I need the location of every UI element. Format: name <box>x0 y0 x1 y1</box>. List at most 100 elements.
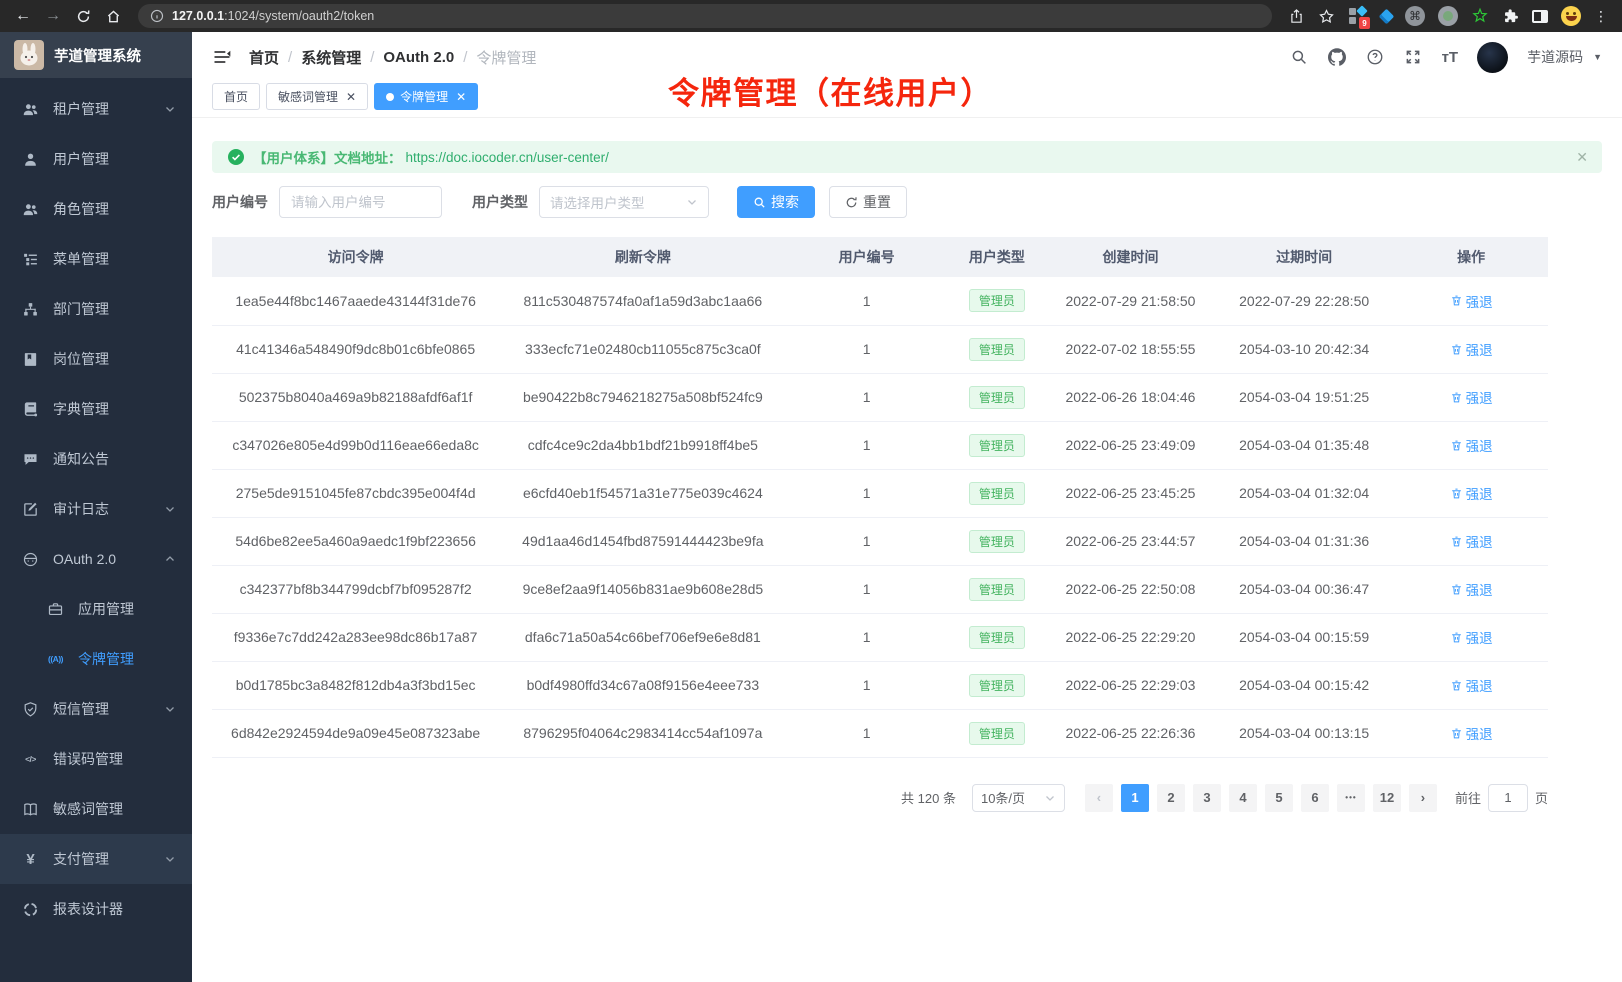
alert-text: 【用户体系】文档地址： <box>253 147 402 167</box>
force-logout-button[interactable]: 强退 <box>1450 339 1493 359</box>
site-info-icon[interactable] <box>150 9 164 23</box>
reset-button[interactable]: 重置 <box>829 186 907 218</box>
force-logout-button[interactable]: 强退 <box>1450 531 1493 551</box>
extension-dot-icon[interactable] <box>1438 6 1458 26</box>
force-logout-button[interactable]: 强退 <box>1450 627 1493 647</box>
refresh-token-cell: 9ce8ef2aa9f14056b831ae9b608e28d5 <box>499 565 786 613</box>
goto-page-input[interactable] <box>1488 784 1528 812</box>
sidebar: 芋道管理系统 租户管理用户管理角色管理菜单管理部门管理岗位管理字典管理通知公告审… <box>0 32 192 982</box>
create-time-cell: 2022-07-02 18:55:55 <box>1047 325 1214 373</box>
user-type-cell: 管理员 <box>947 517 1047 565</box>
sidebar-item-report-designer[interactable]: 报表设计器 <box>0 884 192 934</box>
prev-page-button[interactable]: ‹ <box>1085 784 1113 812</box>
github-icon[interactable] <box>1328 48 1347 67</box>
force-logout-button[interactable]: 强退 <box>1450 723 1493 743</box>
help-icon[interactable] <box>1366 48 1385 67</box>
extension-star-icon[interactable] <box>1471 7 1489 25</box>
force-logout-button[interactable]: 强退 <box>1450 435 1493 455</box>
search-icon[interactable] <box>1290 48 1309 67</box>
sidebar-item-role[interactable]: 角色管理 <box>0 184 192 234</box>
sms-icon <box>21 700 40 719</box>
sidebar-item-post[interactable]: 岗位管理 <box>0 334 192 384</box>
fullscreen-icon[interactable] <box>1404 48 1423 67</box>
user-type-badge: 管理员 <box>969 482 1025 505</box>
sidebar-item-label: 支付管理 <box>53 849 109 869</box>
access-token-cell: f9336e7c7dd242a283ee98dc86b17a87 <box>212 613 499 661</box>
page-button-1[interactable]: 1 <box>1121 784 1149 812</box>
side-panel-icon[interactable] <box>1532 10 1548 23</box>
page-button-5[interactable]: 5 <box>1265 784 1293 812</box>
sidebar-item-oauth2[interactable]: OAuth 2.0 <box>0 534 192 584</box>
page-button-6[interactable]: 6 <box>1301 784 1329 812</box>
page-size-select[interactable]: 10条/页 <box>972 784 1065 812</box>
tab-token[interactable]: 令牌管理✕ <box>374 83 478 110</box>
sidebar-item-error-code[interactable]: </>错误码管理 <box>0 734 192 784</box>
create-time-cell: 2022-06-25 23:45:25 <box>1047 469 1214 517</box>
browser-menu-icon[interactable]: ⋮ <box>1594 8 1608 25</box>
doc-link[interactable]: https://doc.iocoder.cn/user-center/ <box>406 150 609 165</box>
action-cell: 强退 <box>1394 661 1548 709</box>
next-page-button[interactable]: › <box>1409 784 1437 812</box>
sidebar-item-menu[interactable]: 菜单管理 <box>0 234 192 284</box>
refresh-token-cell: be90422b8c7946218275a508bf524fc9 <box>499 373 786 421</box>
sidebar-item-user[interactable]: 用户管理 <box>0 134 192 184</box>
sidebar-item-notice[interactable]: 通知公告 <box>0 434 192 484</box>
force-logout-button[interactable]: 强退 <box>1450 387 1493 407</box>
page-button-12[interactable]: 12 <box>1373 784 1401 812</box>
font-size-icon[interactable]: тT <box>1442 48 1459 67</box>
browser-home-icon[interactable] <box>100 3 126 29</box>
active-tab-dot <box>386 93 394 101</box>
sidebar-item-pay[interactable]: ¥支付管理 <box>0 834 192 884</box>
force-logout-button[interactable]: 强退 <box>1450 291 1493 311</box>
search-button[interactable]: 搜索 <box>737 186 815 218</box>
share-icon[interactable] <box>1288 8 1305 25</box>
extension-grid-icon[interactable]: 9 <box>1348 6 1368 26</box>
user-id-label: 用户编号 <box>212 192 268 212</box>
browser-forward-icon[interactable]: → <box>40 3 66 29</box>
browser-reload-icon[interactable] <box>70 3 96 29</box>
page-button-2[interactable]: 2 <box>1157 784 1185 812</box>
extension-command-icon[interactable]: ⌘ <box>1405 6 1425 26</box>
chevron-down-icon[interactable]: ▼ <box>1593 52 1602 62</box>
bookmark-star-icon[interactable] <box>1318 8 1335 25</box>
user-avatar[interactable] <box>1477 42 1508 73</box>
breadcrumb-item[interactable]: OAuth 2.0 <box>383 49 454 66</box>
user-id-input[interactable] <box>279 186 442 218</box>
user-id-cell: 1 <box>786 325 946 373</box>
sidebar-item-sms[interactable]: 短信管理 <box>0 684 192 734</box>
page-button-4[interactable]: 4 <box>1229 784 1257 812</box>
tab-close-icon[interactable]: ✕ <box>456 91 466 103</box>
sidebar-item-dict[interactable]: 字典管理 <box>0 384 192 434</box>
sidebar-item-label: 字典管理 <box>53 399 109 419</box>
pagination-more-button[interactable]: ••• <box>1337 784 1365 812</box>
sidebar-item-audit-log[interactable]: 审计日志 <box>0 484 192 534</box>
force-logout-button[interactable]: 强退 <box>1450 579 1493 599</box>
sidebar-item-oauth2-token[interactable]: ((A))令牌管理 <box>0 634 192 684</box>
tab-home[interactable]: 首页 <box>212 83 260 110</box>
page-button-3[interactable]: 3 <box>1193 784 1221 812</box>
force-logout-button[interactable]: 强退 <box>1450 483 1493 503</box>
tab-sensitive-word[interactable]: 敏感词管理 ✕ <box>266 83 368 110</box>
app-logo[interactable]: 芋道管理系统 <box>0 32 192 78</box>
collapse-sidebar-icon[interactable] <box>212 47 232 67</box>
force-logout-button[interactable]: 强退 <box>1450 675 1493 695</box>
sidebar-item-oauth2-app[interactable]: 应用管理 <box>0 584 192 634</box>
profile-emoji-icon[interactable] <box>1561 6 1581 26</box>
browser-back-icon[interactable]: ← <box>10 3 36 29</box>
tab-close-icon[interactable]: ✕ <box>346 91 356 103</box>
user-type-select[interactable]: 请选择用户类型 <box>539 186 709 218</box>
sidebar-item-tenant[interactable]: 租户管理 <box>0 84 192 134</box>
user-id-cell: 1 <box>786 421 946 469</box>
username[interactable]: 芋道源码 <box>1527 47 1583 67</box>
extension-puzzle-icon[interactable] <box>1502 8 1519 25</box>
tab-label: 敏感词管理 <box>278 88 338 105</box>
url-bar[interactable]: 127.0.0.1:1024/system/oauth2/token <box>138 4 1272 28</box>
breadcrumb-item[interactable]: 首页 <box>249 47 279 68</box>
sidebar-item-sensitive-word[interactable]: 敏感词管理 <box>0 784 192 834</box>
breadcrumb-item[interactable]: 系统管理 <box>301 47 361 68</box>
table-row: 54d6be82ee5a460a9aedc1f9bf22365649d1aa46… <box>212 517 1548 565</box>
trash-icon <box>1450 631 1463 644</box>
alert-close-icon[interactable]: ✕ <box>1576 149 1588 166</box>
extension-gem-icon[interactable] <box>1381 11 1392 22</box>
sidebar-item-dept[interactable]: 部门管理 <box>0 284 192 334</box>
